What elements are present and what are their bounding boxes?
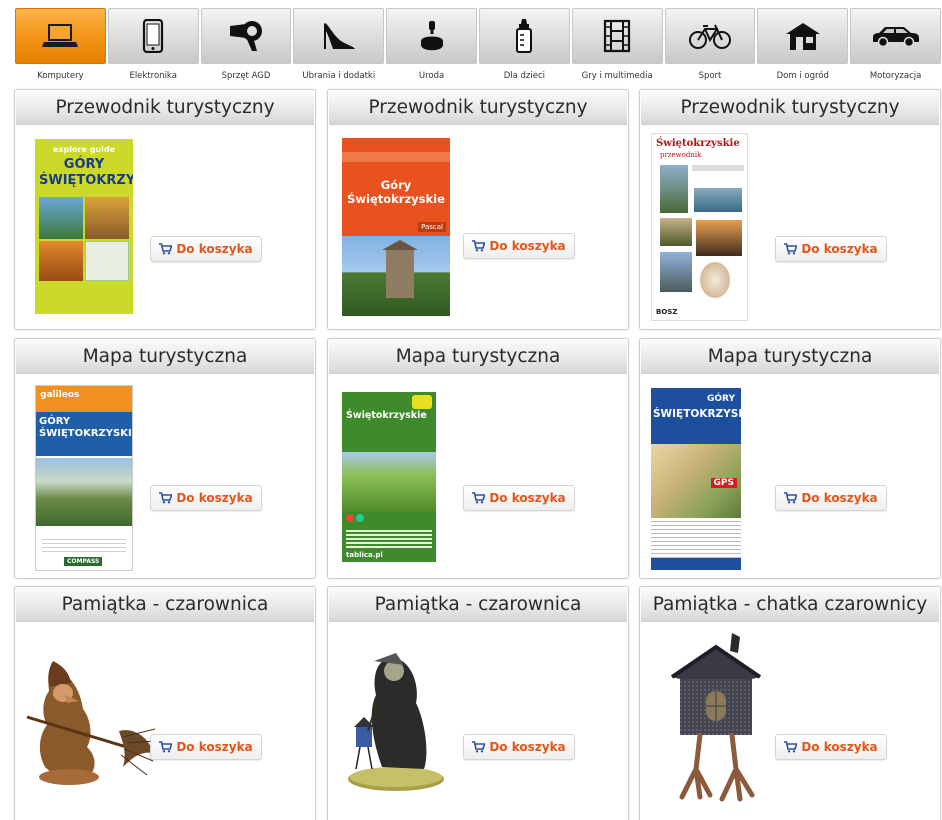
category-label: Dom i ogród (776, 71, 829, 81)
product-title: Mapa turystyczna (82, 346, 248, 367)
category-dom-ogrod[interactable]: Dom i ogród (756, 8, 849, 84)
category-ubrania[interactable]: Ubrania i dodatki (292, 8, 385, 84)
category-label: Gry i multimedia (581, 71, 653, 81)
product-title: Przewodnik turystyczny (680, 97, 900, 118)
baby-bottle-icon (478, 16, 571, 56)
cart-icon (472, 492, 486, 504)
film-strip-icon (571, 16, 664, 56)
category-elektronika[interactable]: Elektronika (107, 8, 200, 84)
product-image[interactable]: Świętokrzyskie tablica.pl (342, 392, 436, 562)
add-to-cart-button[interactable]: Do koszyka (775, 485, 887, 511)
product-card: Mapa turystyczna GÓRY ŚWIĘTOKRZYSKIE GPS… (639, 338, 941, 579)
category-gry-multimedia[interactable]: Gry i multimedia (571, 8, 664, 84)
category-label: Sport (698, 71, 722, 81)
product-title: Pamiątka - chatka czarownicy (652, 594, 928, 615)
product-title: Przewodnik turystyczny (55, 97, 275, 118)
product-image[interactable] (660, 629, 770, 809)
category-label: Sprzęt AGD (221, 71, 271, 81)
cart-icon (784, 741, 798, 753)
phone-icon (107, 16, 200, 56)
add-to-cart-label: Do koszyka (489, 491, 566, 505)
product-title: Pamiątka - czarownica (61, 594, 269, 615)
hairdryer-icon (200, 16, 293, 56)
add-to-cart-button[interactable]: Do koszyka (775, 236, 887, 262)
cart-icon (159, 243, 173, 255)
add-to-cart-label: Do koszyka (801, 242, 878, 256)
add-to-cart-label: Do koszyka (489, 239, 566, 253)
add-to-cart-label: Do koszyka (176, 740, 253, 754)
product-image[interactable] (23, 657, 156, 797)
category-komputery[interactable]: Komputery (14, 8, 107, 84)
product-image[interactable]: GÓRY ŚWIĘTOKRZYSKIE GPS (651, 388, 741, 570)
category-label: Motoryzacja (869, 71, 922, 81)
add-to-cart-button[interactable]: Do koszyka (150, 734, 262, 760)
house-icon (756, 16, 849, 56)
add-to-cart-button[interactable]: Do koszyka (463, 734, 575, 760)
product-card: Pamiątka - czarownica Do koszyka (327, 586, 629, 820)
add-to-cart-button[interactable]: Do koszyka (463, 233, 575, 259)
product-image[interactable] (338, 639, 448, 799)
add-to-cart-button[interactable]: Do koszyka (463, 485, 575, 511)
category-label: Elektronika (129, 71, 177, 81)
perfume-icon (385, 16, 478, 56)
category-label: Ubrania i dodatki (302, 71, 376, 81)
category-uroda[interactable]: Uroda (385, 8, 478, 84)
add-to-cart-label: Do koszyka (489, 740, 566, 754)
high-heel-icon (292, 16, 385, 56)
product-card: Pamiątka - czarownica Do koszyka (14, 586, 316, 820)
product-image[interactable]: Góry Świętokrzyskie Pascal (342, 138, 450, 316)
category-motoryzacja[interactable]: Motoryzacja (849, 8, 942, 84)
product-image[interactable]: explore guide GÓRY ŚWIĘTOKRZYSKIE (35, 139, 133, 314)
cart-icon (159, 741, 173, 753)
add-to-cart-button[interactable]: Do koszyka (150, 236, 262, 262)
category-label: Dla dzieci (503, 71, 546, 81)
category-label: Komputery (37, 71, 84, 81)
product-image[interactable]: galileos GÓRY ŚWIĘTOKRZYSKIE COMPASS (35, 385, 133, 571)
cart-icon (784, 243, 798, 255)
category-dla-dzieci[interactable]: Dla dzieci (478, 8, 571, 84)
category-label: Uroda (418, 71, 445, 81)
category-sport[interactable]: Sport (664, 8, 757, 84)
category-nav: Komputery Elektronika Sprzęt AGD Ubrania… (14, 8, 942, 84)
product-card: Przewodnik turystyczny Góry Świętokrzysk… (327, 89, 629, 330)
cart-icon (784, 492, 798, 504)
car-icon (849, 16, 942, 56)
product-title: Przewodnik turystyczny (368, 97, 588, 118)
laptop-icon (14, 16, 107, 56)
cart-icon (159, 492, 173, 504)
product-title: Mapa turystyczna (395, 346, 561, 367)
product-image[interactable]: Świętokrzyskie przewodnik BOSZ (651, 133, 748, 321)
add-to-cart-label: Do koszyka (176, 242, 253, 256)
category-sprzet-agd[interactable]: Sprzęt AGD (200, 8, 293, 84)
add-to-cart-button[interactable]: Do koszyka (150, 485, 262, 511)
cart-icon (472, 741, 486, 753)
add-to-cart-label: Do koszyka (801, 491, 878, 505)
cart-icon (472, 240, 486, 252)
product-title: Mapa turystyczna (707, 346, 873, 367)
product-card: Pamiątka - chatka czarownicy Do koszyka (639, 586, 941, 820)
add-to-cart-label: Do koszyka (801, 740, 878, 754)
product-card: Mapa turystyczna galileos GÓRY ŚWIĘTOKRZ… (14, 338, 316, 579)
product-card: Mapa turystyczna Świętokrzyskie tablica.… (327, 338, 629, 579)
bicycle-icon (664, 16, 757, 56)
product-card: Przewodnik turystyczny Świętokrzyskie pr… (639, 89, 941, 330)
product-title: Pamiątka - czarownica (374, 594, 582, 615)
add-to-cart-label: Do koszyka (176, 491, 253, 505)
add-to-cart-button[interactable]: Do koszyka (775, 734, 887, 760)
product-card: Przewodnik turystyczny explore guide GÓR… (14, 89, 316, 330)
